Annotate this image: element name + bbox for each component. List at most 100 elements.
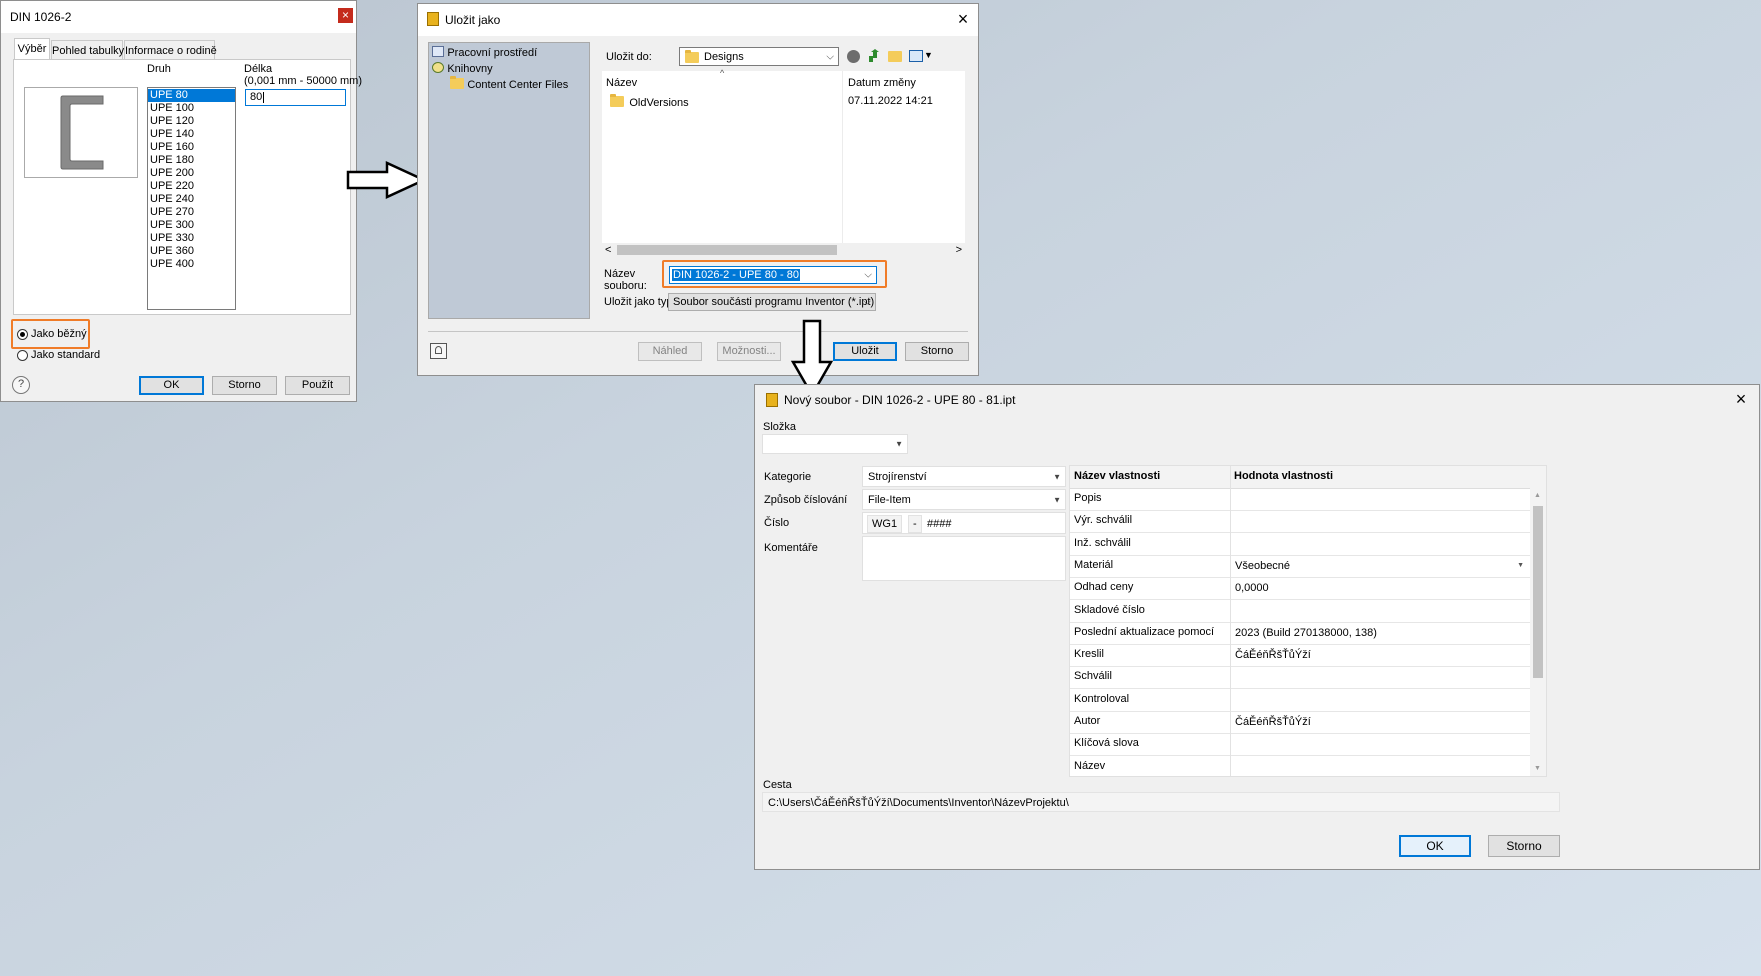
scroll-down-icon[interactable]: ▼ <box>1534 765 1541 772</box>
din-ok-button[interactable]: OK <box>139 376 204 395</box>
scroll-left-icon[interactable]: < <box>605 243 611 257</box>
sidebar-item-content-center[interactable]: Content Center Files <box>450 76 568 92</box>
property-name: Poslední aktualizace pomocí <box>1074 625 1215 638</box>
view-menu-icon[interactable] <box>909 50 923 62</box>
property-value[interactable]: ČáĚéňŘšŤůÝží <box>1235 649 1311 661</box>
table-row[interactable]: Kontroloval <box>1070 689 1530 712</box>
list-item[interactable]: UPE 200 <box>148 167 235 180</box>
tab-informace-o-rodine[interactable]: Informace o rodině <box>124 40 217 60</box>
table-row[interactable]: Popis <box>1070 488 1530 511</box>
new-file-storno-button[interactable]: Storno <box>1488 835 1560 857</box>
ulozit-jako-typ-label: Uložit jako typ: <box>604 296 676 308</box>
tab-vyber[interactable]: Výběr <box>14 38 50 60</box>
table-row[interactable]: Název <box>1070 756 1530 776</box>
file-type-combo[interactable]: Soubor součásti programu Inventor (*.ipt… <box>668 293 876 311</box>
col-nazev-vlastnosti[interactable]: Název vlastnosti <box>1074 470 1160 482</box>
up-folder-icon[interactable] <box>867 49 881 63</box>
material-chevron-down-icon[interactable]: ▼ <box>1517 562 1524 569</box>
din-close-button[interactable]: × <box>338 8 353 23</box>
property-value[interactable]: 0,0000 <box>1235 582 1269 594</box>
slozka-combo[interactable]: ▼ <box>762 434 908 454</box>
table-row[interactable]: Klíčová slova <box>1070 733 1530 757</box>
list-item[interactable]: UPE 400 <box>148 258 235 271</box>
cesta-value: C:\Users\ČáĚéňŘšŤůÝží\Documents\Inventor… <box>768 797 1069 809</box>
din-titlebar: DIN 1026-2 × <box>1 1 356 33</box>
list-item[interactable]: OldVersions 07.11.2022 14:21 <box>610 94 950 110</box>
delka-label: Délka <box>244 63 273 75</box>
property-value[interactable]: Všeobecné <box>1235 560 1290 572</box>
col-nazev[interactable]: Název <box>606 77 637 89</box>
sidebar-item-knihovny[interactable]: Knihovny <box>432 61 493 76</box>
new-file-ok-button[interactable]: OK <box>1399 835 1471 857</box>
kategorie-combo[interactable]: Strojírenství ▼ <box>862 466 1066 487</box>
scroll-thumb[interactable] <box>1533 506 1543 678</box>
list-item[interactable]: UPE 180 <box>148 154 235 167</box>
table-row[interactable]: Výr. schválil <box>1070 510 1530 534</box>
ulozit-do-value: Designs <box>704 51 744 63</box>
radio-jako-bezny[interactable]: Jako běžný <box>17 328 87 342</box>
property-name: Materiál <box>1074 558 1114 571</box>
property-value[interactable]: 2023 (Build 270138000, 138) <box>1235 627 1377 639</box>
file-date: 07.11.2022 14:21 <box>848 95 933 107</box>
filename-combo[interactable]: DIN 1026-2 - UPE 80 - 80 ⌵ <box>669 266 877 284</box>
table-row[interactable]: Schválil <box>1070 666 1530 690</box>
sidebar-item-label: Knihovny <box>447 63 493 75</box>
ulozit-do-combo[interactable]: Designs ⌵ <box>679 47 839 66</box>
table-row[interactable]: Poslední aktualizace pomocí 2023 (Build 2… <box>1070 622 1530 645</box>
scroll-right-icon[interactable]: > <box>956 243 962 257</box>
table-row[interactable]: Inž. schválil <box>1070 533 1530 556</box>
nazev-souboru-label-2: souboru: <box>604 280 647 292</box>
scroll-up-icon[interactable]: ▲ <box>1534 492 1541 499</box>
property-grid-vscrollbar[interactable]: ▲ ▼ <box>1530 466 1546 776</box>
nahled-button[interactable]: Náhled <box>638 342 702 361</box>
zpusob-cislovani-combo[interactable]: File-Item ▼ <box>862 489 1066 510</box>
table-row[interactable]: Materiál Všeobecné <box>1070 555 1530 578</box>
din-pouzit-button[interactable]: Použít <box>285 376 350 395</box>
list-item[interactable]: UPE 160 <box>148 141 235 154</box>
chevron-down-icon: ⌵ <box>864 269 872 281</box>
table-row[interactable]: Kreslil ČáĚéňŘšŤůÝží <box>1070 644 1530 668</box>
list-item[interactable]: UPE 220 <box>148 180 235 193</box>
list-item[interactable]: UPE 360 <box>148 245 235 258</box>
col-datum-zmeny[interactable]: Datum změny <box>848 77 916 89</box>
din-storno-button[interactable]: Storno <box>212 376 277 395</box>
file-list-hscrollbar[interactable]: < > <box>602 243 965 257</box>
radio-jako-bezny-label: Jako běžný <box>31 328 87 340</box>
cislo-separator: - <box>908 515 922 533</box>
list-item[interactable]: UPE 330 <box>148 232 235 245</box>
save-as-close-icon[interactable]: × <box>955 10 971 28</box>
save-as-storno-button[interactable]: Storno <box>905 342 969 361</box>
din-help-button[interactable]: ? <box>12 376 30 394</box>
new-file-close-icon[interactable]: × <box>1733 390 1749 408</box>
save-as-help-button[interactable] <box>430 343 447 359</box>
cislo-prefix[interactable]: WG1 <box>867 515 903 533</box>
delka-input[interactable]: 80 <box>245 89 346 106</box>
radio-jako-standard[interactable]: Jako standard <box>17 349 100 363</box>
col-hodnota-vlastnosti[interactable]: Hodnota vlastnosti <box>1234 470 1333 482</box>
zpusob-cislovani-value: File-Item <box>868 494 911 506</box>
property-value[interactable]: ČáĚéňŘšŤůÝží <box>1235 716 1311 728</box>
list-item[interactable]: UPE 270 <box>148 206 235 219</box>
table-row[interactable]: Autor ČáĚéňŘšŤůÝží <box>1070 711 1530 734</box>
property-col-divider <box>1230 466 1231 776</box>
cislo-mask[interactable]: #### <box>927 518 951 530</box>
komentare-textarea[interactable] <box>862 536 1066 581</box>
moznosti-button[interactable]: Možnosti... <box>717 342 781 361</box>
table-row[interactable]: Skladové číslo <box>1070 600 1530 623</box>
sidebar-item-pracovni-prostredi[interactable]: Pracovní prostředí <box>432 45 537 60</box>
new-folder-icon[interactable] <box>888 51 902 62</box>
ulozit-button[interactable]: Uložit <box>833 342 897 361</box>
table-row[interactable]: Odhad ceny 0,0000 <box>1070 577 1530 601</box>
list-item[interactable]: UPE 120 <box>148 115 235 128</box>
ulozit-do-label: Uložit do: <box>606 51 652 63</box>
cislo-field[interactable]: WG1 - #### <box>862 512 1066 534</box>
tab-pohled-tabulky[interactable]: Pohled tabulky <box>51 40 124 60</box>
list-item[interactable]: UPE 140 <box>148 128 235 141</box>
scroll-thumb[interactable] <box>617 245 837 255</box>
list-item[interactable]: UPE 240 <box>148 193 235 206</box>
list-item[interactable]: UPE 100 <box>148 102 235 115</box>
back-icon[interactable] <box>847 50 860 63</box>
list-item[interactable]: UPE 80 <box>148 89 235 102</box>
druh-listbox[interactable]: UPE 80 UPE 100 UPE 120 UPE 140 UPE 160 UPE 18… <box>147 87 236 310</box>
list-item[interactable]: UPE 300 <box>148 219 235 232</box>
